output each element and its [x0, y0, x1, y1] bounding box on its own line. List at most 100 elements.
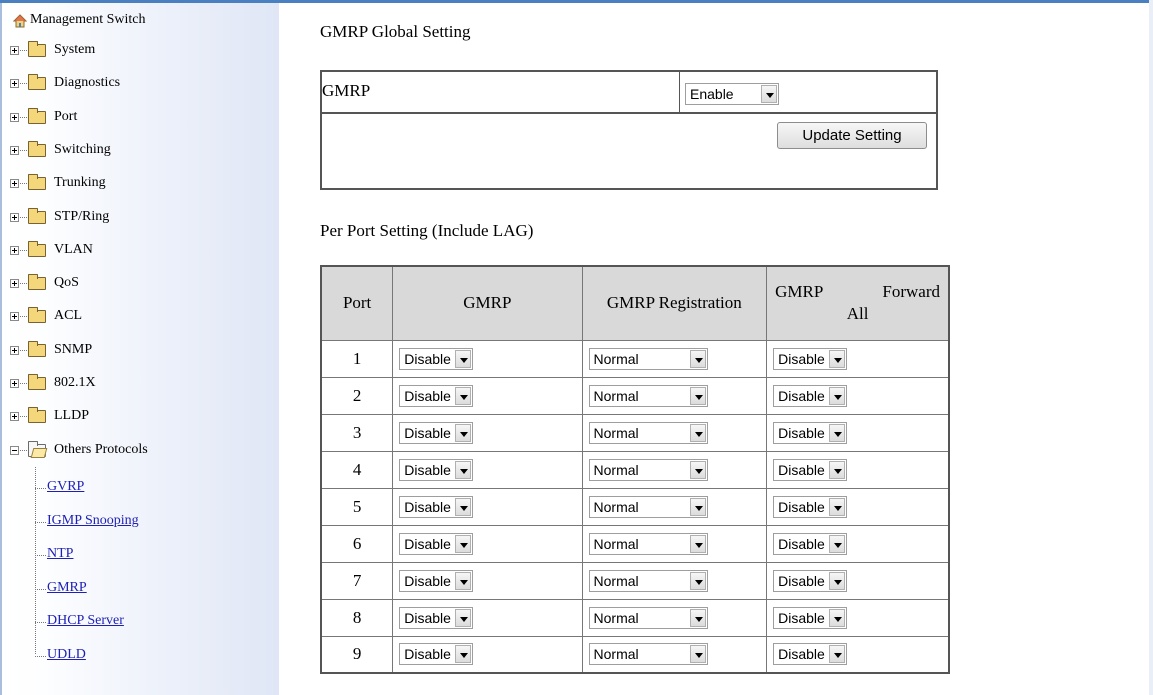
sidebar-link-label[interactable]: DHCP Server [47, 613, 124, 629]
registration-select[interactable]: Normal [588, 458, 708, 481]
chevron-down-icon[interactable] [455, 423, 472, 442]
chevron-down-icon[interactable] [455, 608, 472, 627]
chevron-down-icon[interactable] [689, 645, 706, 664]
registration-select[interactable]: Normal [588, 347, 708, 370]
chevron-down-icon[interactable] [829, 497, 846, 516]
sidebar-item-lldp[interactable]: LLDP [2, 403, 272, 431]
registration-select[interactable]: Normal [588, 606, 708, 629]
chevron-down-icon[interactable] [689, 386, 706, 405]
sidebar-link-label[interactable]: GVRP [47, 479, 84, 495]
chevron-down-icon[interactable] [689, 460, 706, 479]
chevron-down-icon[interactable] [829, 608, 846, 627]
sidebar-item-trunking[interactable]: Trunking [2, 170, 272, 198]
sidebar-item-vlan[interactable]: VLAN [2, 237, 272, 265]
chevron-down-icon[interactable] [829, 534, 846, 553]
expand-plus-icon[interactable] [10, 112, 19, 122]
chevron-down-icon[interactable] [455, 386, 472, 405]
chevron-down-icon[interactable] [455, 497, 472, 516]
chevron-down-icon[interactable] [829, 349, 846, 368]
expand-plus-icon[interactable] [10, 379, 19, 388]
sidebar-item-qos[interactable]: QoS [2, 270, 272, 298]
expand-plus-icon[interactable] [10, 46, 19, 55]
forward-all-select[interactable]: Disable [773, 606, 848, 629]
chevron-down-icon[interactable] [455, 349, 472, 368]
registration-select[interactable]: Normal [588, 532, 708, 555]
update-setting-button[interactable]: Update Setting [777, 122, 927, 149]
gmrp-select[interactable]: Disable [399, 458, 474, 481]
forward-all-select[interactable]: Disable [773, 532, 848, 555]
gmrp-select[interactable]: Disable [399, 643, 474, 666]
gmrp-select[interactable]: Disable [399, 532, 474, 555]
open-folder-icon [28, 440, 46, 457]
gmrp-cell: Disable [392, 413, 583, 452]
registration-cell: Normal [581, 339, 768, 378]
collapse-minus-icon[interactable] [10, 445, 19, 455]
registration-select[interactable]: Normal [588, 495, 708, 518]
forward-all-select[interactable]: Disable [773, 347, 848, 370]
gmrp-select[interactable]: Disable [399, 495, 474, 518]
sidebar-link-label[interactable]: NTP [47, 546, 73, 562]
sidebar-item-others-protocols[interactable]: Others Protocols [2, 437, 272, 465]
chevron-down-icon[interactable] [689, 497, 706, 516]
chevron-down-icon[interactable] [829, 386, 846, 405]
gmrp-select[interactable]: Disable [399, 606, 474, 629]
sidebar-item-stp-ring[interactable]: STP/Ring [2, 204, 272, 232]
tree-root[interactable]: Management Switch [2, 7, 272, 35]
expand-plus-icon[interactable] [10, 345, 19, 355]
registration-cell: Normal [581, 524, 768, 563]
sidebar-item-802-1x[interactable]: 802.1X [2, 370, 272, 398]
sidebar-item-snmp[interactable]: SNMP [2, 337, 272, 365]
gmrp-select[interactable]: Disable [399, 384, 474, 407]
chevron-down-icon[interactable] [689, 349, 706, 368]
forward-all-select[interactable]: Disable [773, 421, 848, 444]
chevron-down-icon[interactable] [455, 571, 472, 590]
chevron-down-icon[interactable] [829, 571, 846, 590]
sidebar-item-diagnostics[interactable]: Diagnostics [2, 70, 272, 98]
forward-all-select[interactable]: Disable [773, 384, 848, 407]
sidebar-item-port[interactable]: Port [2, 104, 272, 132]
forward-all-select[interactable]: Disable [773, 458, 848, 481]
chevron-down-icon[interactable] [689, 571, 706, 590]
registration-select[interactable]: Normal [588, 421, 708, 444]
sidebar-item-label: Switching [54, 141, 111, 157]
port-number: 3 [320, 413, 394, 452]
expand-plus-icon[interactable] [10, 212, 19, 222]
forward-all-select[interactable]: Disable [773, 495, 848, 518]
sidebar-item-acl[interactable]: ACL [2, 303, 272, 331]
expand-plus-icon[interactable] [10, 79, 19, 89]
sidebar-link-label[interactable]: UDLD [47, 647, 86, 663]
registration-select[interactable]: Normal [588, 569, 708, 592]
chevron-down-icon[interactable] [455, 645, 472, 664]
sidebar-link-label[interactable]: GMRP [47, 580, 87, 596]
chevron-down-icon[interactable] [689, 534, 706, 553]
chevron-down-icon[interactable] [829, 645, 846, 664]
sidebar-link-label[interactable]: IGMP Snooping [47, 513, 139, 529]
chevron-down-icon[interactable] [455, 460, 472, 479]
expand-plus-icon[interactable] [10, 312, 19, 322]
forward-all-select[interactable]: Disable [773, 569, 848, 592]
gmrp-select[interactable]: Disable [399, 421, 474, 444]
registration-select[interactable]: Normal [588, 643, 708, 666]
tree-connector [20, 183, 27, 185]
chevron-down-icon[interactable] [829, 423, 846, 442]
gmrp-global-select[interactable]: Enable [685, 83, 779, 105]
forward-all-select[interactable]: Disable [773, 643, 848, 666]
expand-plus-icon[interactable] [10, 179, 19, 189]
chevron-down-icon[interactable] [761, 85, 777, 103]
chevron-down-icon[interactable] [455, 534, 472, 553]
chevron-down-icon[interactable] [689, 423, 706, 442]
sidebar-item-switching[interactable]: Switching [2, 137, 272, 165]
gmrp-select[interactable]: Disable [399, 569, 474, 592]
gmrp-select-value: Disable [404, 424, 451, 441]
expand-plus-icon[interactable] [10, 245, 19, 255]
forward-all-select-value: Disable [778, 350, 825, 367]
gmrp-select[interactable]: Disable [399, 347, 474, 370]
expand-plus-icon[interactable] [10, 279, 19, 289]
sidebar-item-system[interactable]: System [2, 37, 272, 65]
registration-select[interactable]: Normal [588, 384, 708, 407]
chevron-down-icon[interactable] [829, 460, 846, 479]
gmrp-select-value: Disable [404, 646, 451, 663]
expand-plus-icon[interactable] [10, 145, 19, 155]
chevron-down-icon[interactable] [689, 608, 706, 627]
expand-plus-icon[interactable] [10, 412, 19, 422]
